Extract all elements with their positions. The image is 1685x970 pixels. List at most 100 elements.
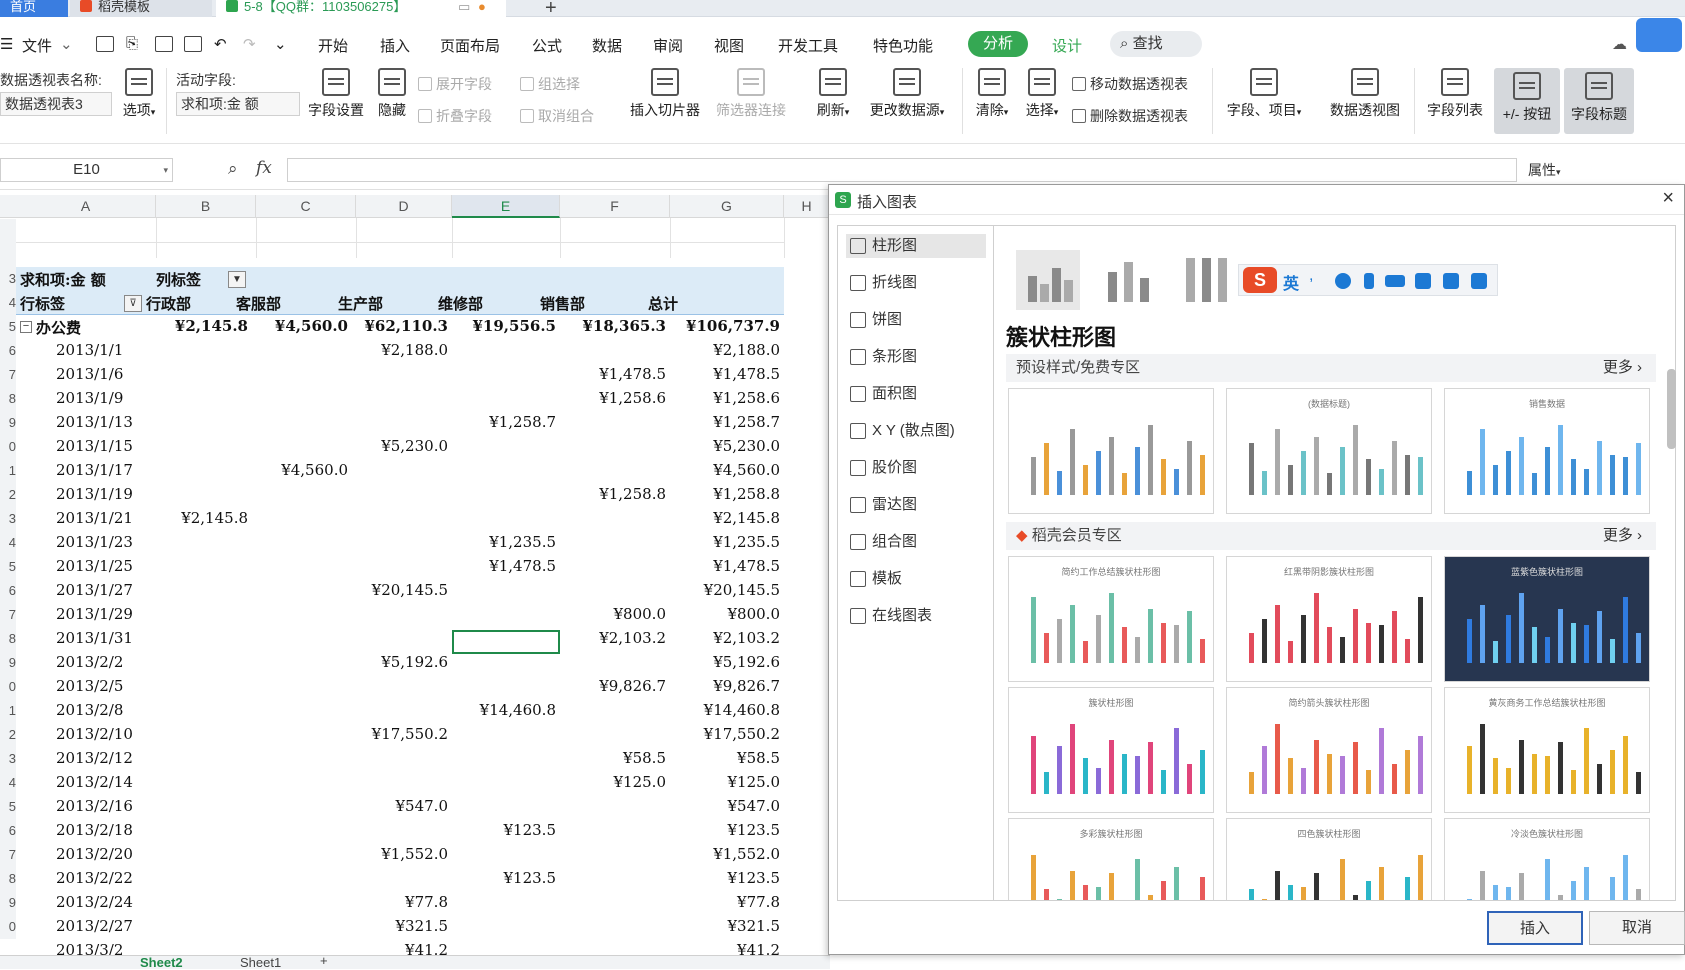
ime-punctuation-icon[interactable]: , bbox=[1309, 267, 1313, 285]
pivot-chart-button[interactable]: 数据透视图 bbox=[1324, 68, 1406, 120]
filter-connections-button[interactable]: 筛选器连接 bbox=[712, 68, 790, 120]
menu-formulas[interactable]: 公式 bbox=[532, 35, 562, 56]
row-header[interactable]: 7 bbox=[0, 843, 16, 867]
format-painter-icon[interactable]: ⎘ bbox=[126, 35, 138, 52]
ime-keyboard-icon[interactable] bbox=[1385, 275, 1405, 287]
group-selection-button[interactable]: 组选择 bbox=[520, 74, 580, 94]
change-source-button[interactable]: 更改数据源▾ bbox=[862, 68, 952, 120]
row-header[interactable]: 8 bbox=[0, 867, 16, 891]
menu-special-features[interactable]: 特色功能 bbox=[873, 35, 933, 56]
chart-category-item[interactable]: 雷达图 bbox=[846, 493, 986, 517]
clustered-column-type-button[interactable] bbox=[1016, 250, 1080, 310]
expand-field-button[interactable]: 展开字段 bbox=[418, 74, 492, 94]
zoom-search-icon[interactable]: ⌕ bbox=[228, 159, 238, 179]
menu-page-layout[interactable]: 页面布局 bbox=[440, 35, 500, 56]
redo-icon[interactable]: ↷ bbox=[243, 35, 256, 53]
add-sheet-icon[interactable]: + bbox=[320, 953, 328, 968]
column-header-c[interactable]: C bbox=[256, 195, 356, 218]
ime-voice-icon[interactable] bbox=[1364, 273, 1374, 289]
name-box-chevron-icon[interactable]: ▾ bbox=[163, 159, 168, 181]
chart-template-thumbnail[interactable]: 销售数据 bbox=[1444, 388, 1650, 514]
row-header[interactable]: 0 bbox=[0, 675, 16, 699]
column-filter-dropdown-icon[interactable]: ▼ bbox=[228, 271, 246, 288]
hide-button[interactable]: 隐藏 bbox=[372, 68, 412, 120]
row-header[interactable] bbox=[0, 243, 16, 267]
ime-user-icon[interactable] bbox=[1415, 273, 1431, 289]
menu-home[interactable]: 开始 bbox=[318, 35, 348, 56]
column-header-h[interactable]: H bbox=[784, 195, 830, 218]
column-header-e[interactable]: E bbox=[452, 195, 560, 218]
ime-language-toggle[interactable]: 英 bbox=[1283, 270, 1299, 294]
row-header[interactable] bbox=[0, 219, 16, 243]
undo-icon[interactable]: ↶ bbox=[214, 35, 227, 53]
collapse-field-button[interactable]: 折叠字段 bbox=[418, 106, 492, 126]
chart-template-thumbnail[interactable]: 简约工作总结簇状柱形图 bbox=[1008, 556, 1214, 682]
menu-developer[interactable]: 开发工具 bbox=[778, 35, 838, 56]
menu-view[interactable]: 视图 bbox=[714, 35, 744, 56]
ime-skin-icon[interactable] bbox=[1443, 273, 1459, 289]
chart-template-thumbnail[interactable]: 四色簇状柱形图 bbox=[1226, 818, 1432, 900]
cloud-icon[interactable]: ☁ bbox=[1612, 35, 1627, 53]
row-header[interactable]: 1 bbox=[0, 699, 16, 723]
file-chevron-down-icon[interactable]: ⌄ bbox=[60, 35, 73, 53]
delete-pivot-button[interactable]: 删除数据透视表 bbox=[1072, 106, 1188, 126]
sheet-tab-sheet1[interactable]: Sheet1 bbox=[240, 955, 281, 970]
row-header[interactable]: 7 bbox=[0, 363, 16, 387]
insert-button[interactable]: 插入 bbox=[1487, 911, 1583, 945]
spreadsheet-grid[interactable]: A B C D E F G H 345678901234567890123456… bbox=[0, 195, 830, 955]
plus-minus-buttons-toggle[interactable]: +/- 按钮 bbox=[1494, 68, 1560, 134]
row-header[interactable]: 6 bbox=[0, 579, 16, 603]
chart-category-item[interactable]: X Y (散点图) bbox=[846, 419, 986, 443]
menu-design[interactable]: 设计 bbox=[1052, 35, 1082, 56]
selected-cell-e10[interactable] bbox=[452, 630, 560, 654]
print-preview-icon[interactable] bbox=[184, 36, 202, 52]
gallery-scrollbar[interactable] bbox=[1667, 369, 1676, 449]
row-header[interactable]: 9 bbox=[0, 411, 16, 435]
more-member-link[interactable]: 更多 › bbox=[1603, 522, 1642, 550]
row-header[interactable]: 2 bbox=[0, 723, 16, 747]
chart-template-thumbnail[interactable]: 黄灰商务工作总结簇状柱形图 bbox=[1444, 687, 1650, 813]
sheet-tab-sheet2[interactable]: Sheet2 bbox=[140, 955, 183, 970]
chart-template-thumbnail[interactable] bbox=[1008, 388, 1214, 514]
field-settings-button[interactable]: 字段设置 bbox=[304, 68, 368, 120]
refresh-button[interactable]: 刷新▾ bbox=[810, 68, 856, 120]
ime-emoji-icon[interactable] bbox=[1335, 273, 1351, 289]
formula-input[interactable] bbox=[287, 158, 1517, 182]
column-header-d[interactable]: D bbox=[356, 195, 452, 218]
row-header[interactable]: 5 bbox=[0, 795, 16, 819]
chart-category-item[interactable]: 组合图 bbox=[846, 530, 986, 554]
print-icon[interactable] bbox=[155, 36, 173, 52]
pivot-name-input[interactable]: 数据透视表3 bbox=[0, 92, 112, 116]
row-header[interactable]: 4 bbox=[0, 531, 16, 555]
clear-button[interactable]: 清除▾ bbox=[970, 68, 1014, 120]
row-header[interactable]: 0 bbox=[0, 435, 16, 459]
cancel-button[interactable]: 取消 bbox=[1589, 911, 1685, 945]
row-header[interactable]: 0 bbox=[0, 915, 16, 939]
chart-template-thumbnail[interactable]: 簇状柱形图 bbox=[1008, 687, 1214, 813]
chart-template-thumbnail[interactable]: (数据标题) bbox=[1226, 388, 1432, 514]
menu-file[interactable]: 文件 bbox=[22, 35, 52, 56]
row-header[interactable]: 5 bbox=[0, 315, 16, 339]
chart-category-item[interactable]: 股价图 bbox=[846, 456, 986, 480]
chart-category-item[interactable]: 折线图 bbox=[846, 271, 986, 295]
chart-template-thumbnail[interactable]: 简约箭头簇状柱形图 bbox=[1226, 687, 1432, 813]
menu-insert[interactable]: 插入 bbox=[380, 35, 410, 56]
name-box[interactable]: E10 ▾ bbox=[0, 158, 173, 182]
ungroup-button[interactable]: 取消组合 bbox=[520, 106, 594, 126]
tab-home[interactable]: 首页 bbox=[0, 0, 68, 17]
row-header[interactable]: 9 bbox=[0, 651, 16, 675]
column-header-g[interactable]: G bbox=[670, 195, 784, 218]
chart-category-item[interactable]: 柱形图 bbox=[846, 234, 986, 258]
menu-file-icon[interactable]: ☰ bbox=[0, 35, 13, 53]
fx-icon[interactable]: fx bbox=[256, 158, 272, 178]
row-header[interactable]: 3 bbox=[0, 507, 16, 531]
collapse-group-icon[interactable]: − bbox=[20, 321, 32, 333]
field-headers-toggle[interactable]: 字段标题 bbox=[1564, 68, 1634, 134]
column-header-f[interactable]: F bbox=[560, 195, 670, 218]
row-header[interactable]: 2 bbox=[0, 483, 16, 507]
chart-category-item[interactable]: 模板 bbox=[846, 567, 986, 591]
more-preset-link[interactable]: 更多 › bbox=[1603, 354, 1642, 382]
chart-category-item[interactable]: 饼图 bbox=[846, 308, 986, 332]
chart-category-item[interactable]: 在线图表 bbox=[846, 604, 986, 628]
row-header[interactable]: 1 bbox=[0, 459, 16, 483]
